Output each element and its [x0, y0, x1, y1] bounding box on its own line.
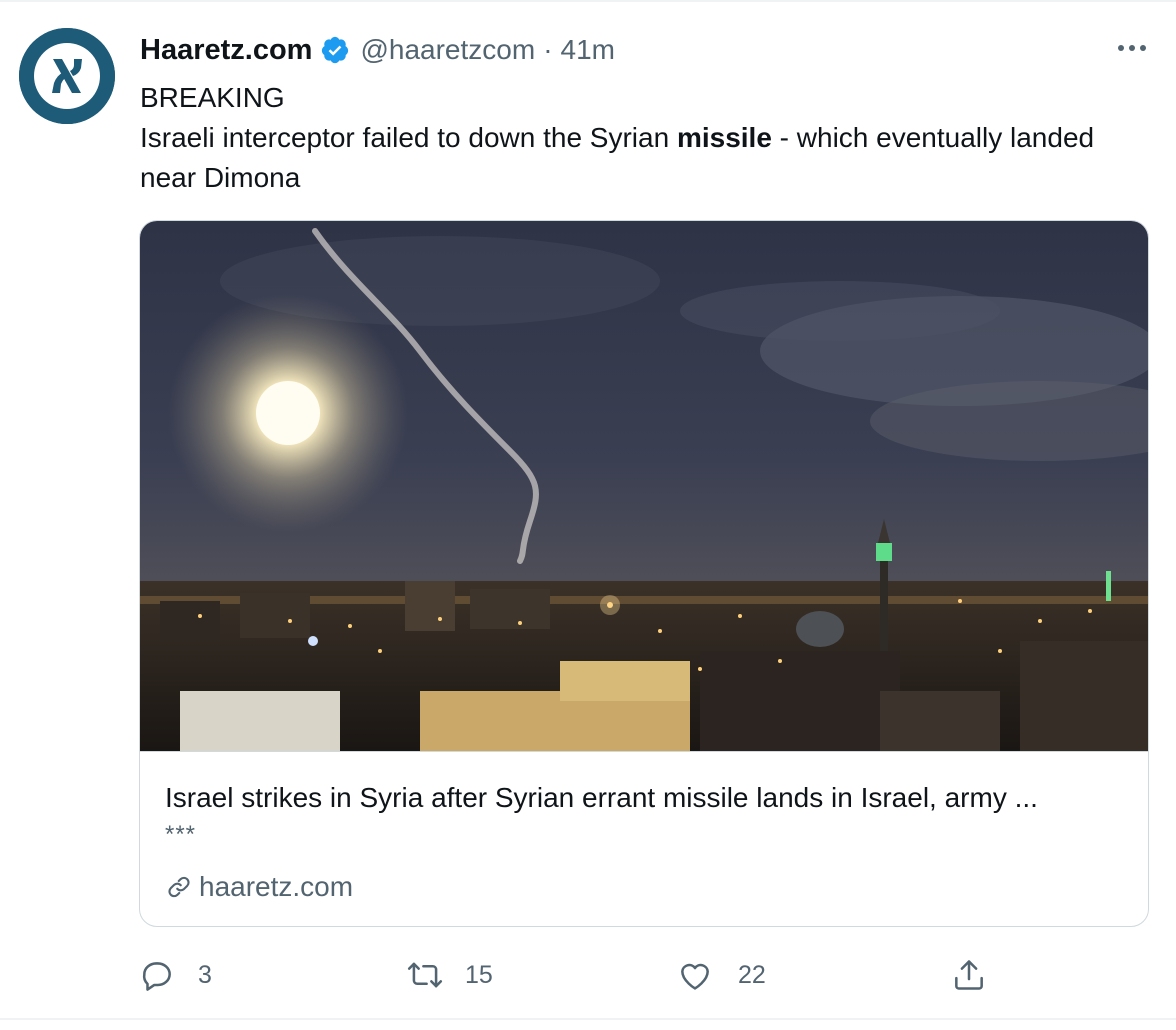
tweet-text-before-bold: Israeli interceptor failed to down the S… [140, 122, 677, 153]
retweet-icon [407, 962, 443, 988]
tweet-text-bold: missile [676, 122, 772, 153]
tweet-text-body: Israeli interceptor failed to down the S… [140, 118, 1140, 198]
share-icon [955, 960, 983, 990]
bottom-divider [0, 1018, 1176, 1020]
reply-icon [142, 962, 171, 991]
haaretz-logo-icon [19, 28, 115, 124]
reply-count: 3 [198, 960, 212, 989]
card-image[interactable] [140, 221, 1148, 751]
more-options-button[interactable] [1112, 36, 1152, 60]
card-divider [140, 751, 1148, 752]
retweet-count: 15 [465, 960, 493, 989]
avatar[interactable] [19, 28, 115, 124]
top-divider [0, 0, 1176, 2]
card-description: *** [165, 821, 197, 848]
retweet-button[interactable]: 15 [405, 950, 493, 1000]
author-name[interactable]: Haaretz.com [140, 34, 312, 67]
card-title[interactable]: Israel strikes in Syria after Syrian err… [165, 779, 1125, 817]
card-domain-text: haaretz.com [199, 871, 354, 902]
night-sky-city-photo [140, 221, 1148, 751]
header-separator: · [543, 34, 553, 65]
verified-badge-icon [320, 35, 350, 65]
link-card[interactable]: Israel strikes in Syria after Syrian err… [139, 220, 1149, 927]
tweet-header: Haaretz.com @haaretzcom · 41m [140, 30, 615, 70]
card-domain[interactable]: haaretz.com [165, 867, 353, 907]
tweet-text: BREAKING Israeli interceptor failed to d… [140, 78, 1140, 198]
reply-button[interactable]: 3 [138, 950, 212, 1000]
tweet-timestamp[interactable]: 41m [561, 34, 615, 66]
tweet-actions: 3 15 22 [0, 950, 1176, 1000]
like-icon [681, 963, 709, 990]
more-options-icon [1118, 45, 1146, 51]
like-button[interactable]: 22 [676, 950, 766, 1000]
author-handle[interactable]: @haaretzcom [360, 34, 535, 66]
link-icon [165, 873, 193, 901]
tweet-text-line1: BREAKING [140, 82, 285, 113]
share-button[interactable] [950, 950, 988, 1000]
like-count: 22 [738, 960, 766, 989]
